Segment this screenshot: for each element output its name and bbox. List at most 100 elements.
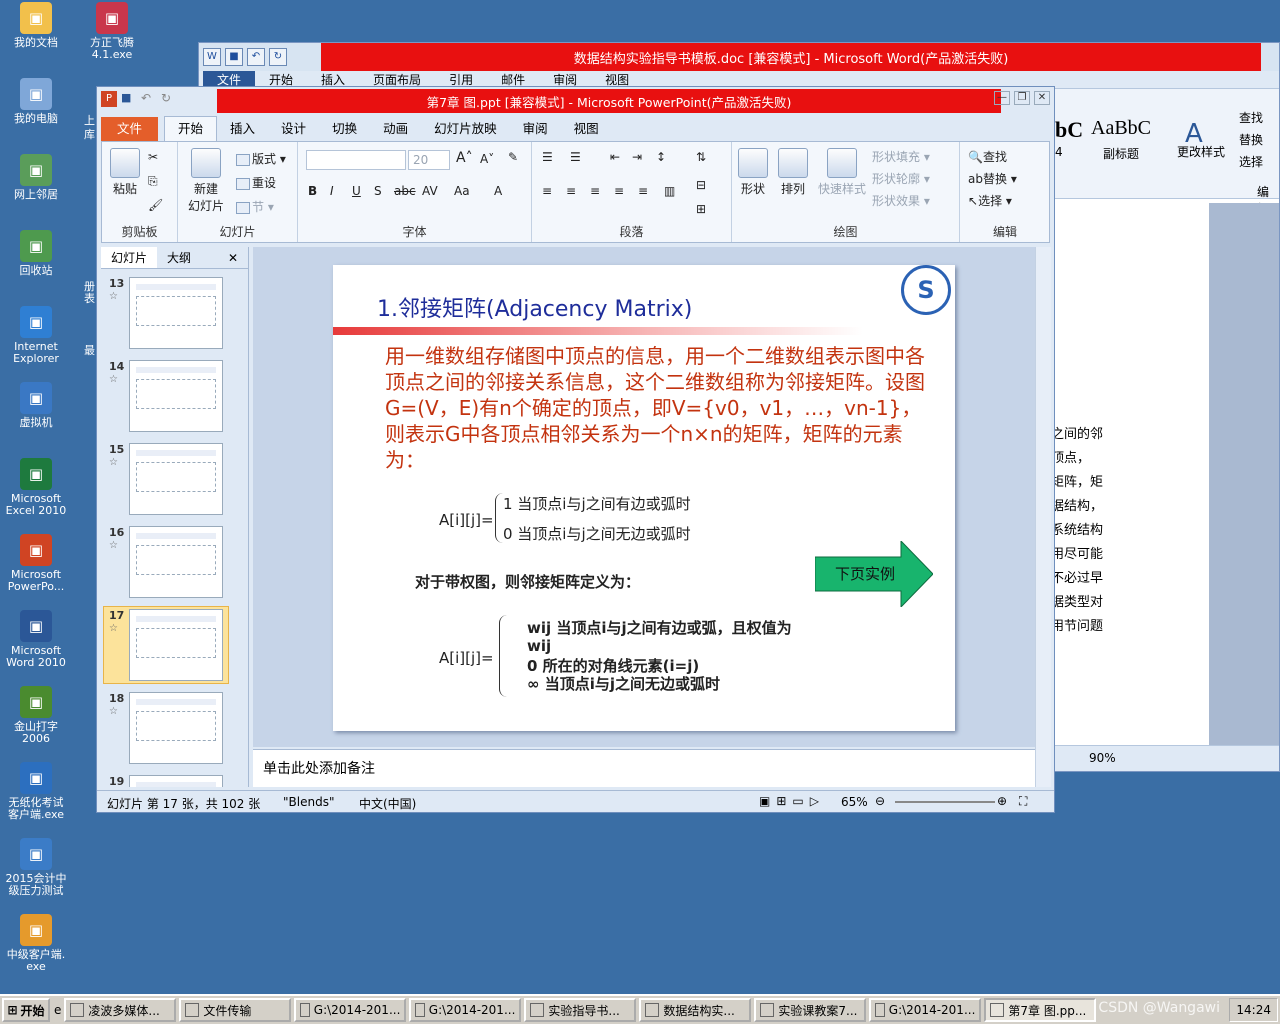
minimize-icon[interactable]: — (994, 91, 1010, 105)
desktop-icon[interactable]: ▣ 金山打字 2006 (0, 686, 72, 745)
slide-thumbnail[interactable] (129, 443, 223, 515)
tab-animations[interactable]: 动画 (370, 117, 421, 141)
tab-transitions[interactable]: 切换 (319, 117, 370, 141)
slide-thumbnail[interactable] (129, 526, 223, 598)
columns-icon[interactable]: ▥ (664, 184, 675, 198)
shape-fill-button[interactable]: 形状填充 ▾ (872, 148, 930, 165)
word-select-button[interactable]: 选择 (1239, 151, 1263, 173)
undo-icon[interactable]: ↶ (141, 91, 157, 107)
change-case-icon[interactable]: Aa (454, 184, 470, 198)
find-button[interactable]: 🔍查找 (968, 148, 1007, 165)
taskbar-button[interactable]: 实验课教案7... (754, 998, 867, 1022)
undo-icon[interactable]: ↶ (247, 48, 265, 66)
desktop-icon[interactable]: ▣ 我的电脑 (0, 78, 72, 125)
arrange-button[interactable]: 排列 (776, 148, 810, 197)
word-page[interactable]: 之间的邻 顶点， 矩阵，矩 据结构， 系统结构 用尽可能 不必过早 据类型对 用节问题 (1029, 203, 1209, 745)
desktop-icon[interactable]: ▣ 网上邻居 (0, 154, 72, 201)
redo-icon[interactable]: ↻ (161, 91, 177, 107)
change-styles-label[interactable]: 更改样式 (1177, 143, 1225, 160)
smartart-icon[interactable]: ⊞ (696, 202, 706, 216)
clear-format-icon[interactable]: ✎ (508, 150, 518, 164)
quick-styles-button[interactable]: 快速样式 (816, 148, 868, 197)
desktop-icon[interactable]: ▣ 中级客户端. exe (0, 914, 72, 973)
font-size-field[interactable]: 20 (408, 150, 450, 170)
desktop-icon[interactable]: ▣ 方正飞腾 4.1.exe (76, 2, 148, 61)
normal-view-icon[interactable]: ▣ (759, 794, 770, 808)
pane-tab-slides[interactable]: 幻灯片 (101, 247, 158, 268)
word-find-button[interactable]: 查找 (1239, 107, 1263, 129)
zoom-level[interactable]: 65% (841, 795, 868, 809)
section-button[interactable]: 节 ▾ (236, 198, 274, 215)
thumbnail-list[interactable]: 13☆14☆15☆16☆17☆18☆19☆ (101, 269, 248, 787)
font-color-icon[interactable]: A (494, 184, 502, 198)
format-painter-icon[interactable]: 🖌 (148, 198, 163, 212)
slide-body-text[interactable]: 用一维数组存储图中顶点的信息，用一个二维数组表示图中各顶点之间的邻接关系信息，这… (385, 343, 925, 473)
zoom-slider[interactable] (895, 801, 995, 803)
fit-window-icon[interactable]: ⛶ (1019, 794, 1027, 809)
word-replace-button[interactable]: 替换 (1239, 129, 1263, 151)
taskbar-button[interactable]: 第7章 图.pp... (984, 998, 1097, 1022)
tab-slideshow[interactable]: 幻灯片放映 (421, 117, 510, 141)
select-button[interactable]: ↖选择 ▾ (968, 192, 1012, 209)
taskbar-button[interactable]: 文件传输 (179, 998, 292, 1022)
increase-indent-icon[interactable]: ⇥ (632, 150, 642, 164)
italic-icon[interactable]: I (330, 184, 334, 198)
text-direction-icon[interactable]: ⇅ (696, 150, 706, 164)
underline-icon[interactable]: U (352, 184, 361, 198)
font-name-field[interactable] (306, 150, 406, 170)
tab-file[interactable]: 文件 (101, 117, 159, 141)
taskbar-button[interactable]: 凌波多媒体... (64, 998, 177, 1022)
word-style-2[interactable]: AaBbC (1091, 117, 1151, 140)
bullets-icon[interactable]: ☰ (542, 150, 553, 164)
taskbar-button[interactable]: G:\2014-201... (409, 998, 522, 1022)
align-right-icon[interactable]: ≡ (590, 184, 600, 198)
grow-font-icon[interactable]: A˄ (456, 150, 473, 166)
desktop-icon[interactable]: ▣ Microsoft Excel 2010 (0, 458, 72, 517)
shape-outline-button[interactable]: 形状轮廓 ▾ (872, 170, 930, 187)
slideshow-view-icon[interactable]: ▷ (810, 794, 819, 808)
notes-pane[interactable]: 单击此处添加备注 (253, 749, 1035, 787)
reset-button[interactable]: 重设 (236, 174, 276, 191)
desktop-icon[interactable]: ▣ 无纸化考试 客户端.exe (0, 762, 72, 821)
align-center-icon[interactable]: ≡ (566, 184, 576, 198)
start-button[interactable]: ⊞ 开始 (2, 998, 50, 1022)
tab-view[interactable]: 视图 (561, 117, 612, 141)
current-slide[interactable]: 1.邻接矩阵(Adjacency Matrix) S 用一维数组存储图中顶点的信… (333, 265, 955, 731)
desktop-icon[interactable]: ▣ 回收站 (0, 230, 72, 277)
reading-view-icon[interactable]: ▭ (792, 794, 803, 808)
language[interactable]: 中文(中国) (359, 795, 416, 812)
taskbar-button[interactable]: 实验指导书... (524, 998, 637, 1022)
align-text-icon[interactable]: ⊟ (696, 178, 706, 192)
desktop-icon[interactable]: ▣ 虚拟机 (0, 382, 72, 429)
ppt-app-icon[interactable]: P (101, 91, 117, 107)
word-style-1[interactable]: bC (1055, 117, 1083, 143)
slide-canvas[interactable]: 1.邻接矩阵(Adjacency Matrix) S 用一维数组存储图中顶点的信… (253, 247, 1035, 747)
desktop-icon[interactable]: ▣ Microsoft Word 2010 (0, 610, 72, 669)
align-left-icon[interactable]: ≡ (542, 184, 552, 198)
restore-icon[interactable]: ❐ (1014, 91, 1030, 105)
pane-close-icon[interactable]: ✕ (218, 247, 248, 268)
slide-scrollbar[interactable] (1035, 247, 1051, 787)
next-example-button[interactable]: 下页实例 (814, 539, 934, 609)
shape-effect-button[interactable]: 形状效果 ▾ (872, 192, 930, 209)
shadow-icon[interactable]: S (374, 184, 382, 198)
word-app-icon[interactable]: W (203, 48, 221, 66)
desktop-icon[interactable]: ▣ 我的文档 (0, 2, 72, 49)
theme-name[interactable]: "Blends" (283, 795, 334, 809)
save-icon[interactable]: ■ (121, 91, 137, 107)
tab-home[interactable]: 开始 (164, 116, 218, 141)
cut-icon[interactable]: ✂ (148, 150, 158, 164)
word-zoom[interactable]: 90% (1089, 751, 1116, 765)
slide-thumbnail[interactable] (129, 360, 223, 432)
taskbar-button[interactable]: G:\2014-201... (294, 998, 407, 1022)
copy-icon[interactable]: ⎘ (148, 174, 158, 189)
save-icon[interactable]: ■ (225, 48, 243, 66)
zoom-out-icon[interactable]: ⊖ (875, 794, 885, 808)
decrease-indent-icon[interactable]: ⇤ (610, 150, 620, 164)
distribute-icon[interactable]: ≡ (638, 184, 648, 198)
new-slide-button[interactable]: 新建 幻灯片 (184, 148, 228, 214)
strikethrough-icon[interactable]: abc (394, 184, 416, 198)
slide-thumbnail[interactable] (129, 609, 223, 681)
powerpoint-window[interactable]: P ■ ↶ ↻ 第7章 图.ppt [兼容模式] - Microsoft Pow… (96, 86, 1055, 813)
numbering-icon[interactable]: ☰ (570, 150, 581, 164)
